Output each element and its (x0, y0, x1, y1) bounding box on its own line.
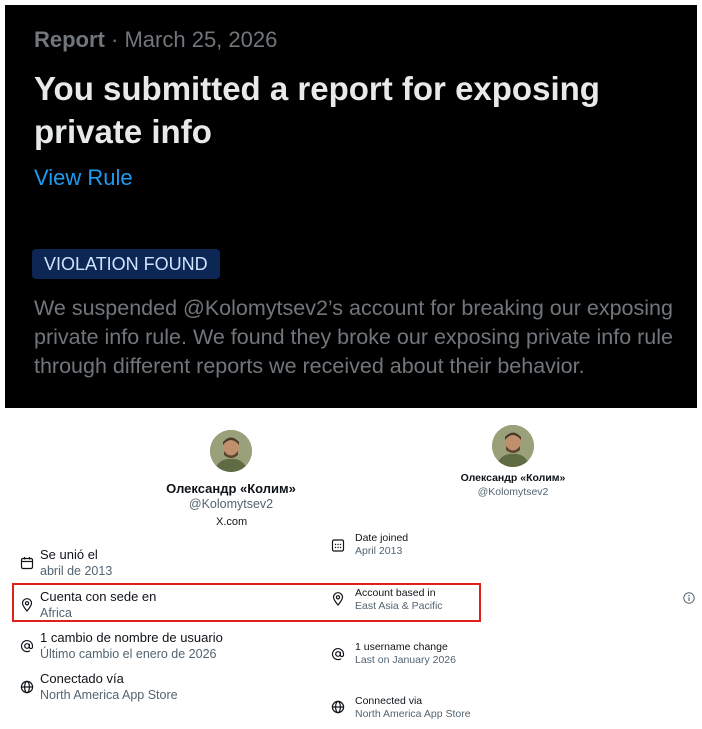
report-description: We suspended @Kolomytsev2’s account for … (34, 296, 673, 378)
at-sign-icon (20, 640, 34, 653)
view-rule-link[interactable]: View Rule (34, 165, 133, 191)
about-label: Date joined (355, 532, 409, 544)
calendar-icon (20, 557, 34, 570)
violation-badge: VIOLATION FOUND (32, 249, 220, 279)
report-kind: Report (34, 27, 105, 52)
report-meta: Report · March 25, 2026 (34, 27, 277, 53)
profile-site: X.com (216, 516, 248, 528)
about-value: April 2013 (355, 545, 403, 557)
about-label: Se unió el (40, 547, 98, 562)
profile-name: Олександр «Колим» (460, 472, 566, 484)
about-value: North America App Store (355, 708, 471, 720)
profile-avatar[interactable] (210, 430, 252, 472)
about-value: North America App Store (40, 688, 178, 702)
avatar-photo (210, 430, 252, 472)
report-panel: Report · March 25, 2026 You submitted a … (5, 5, 697, 408)
meta-separator: · (111, 27, 119, 52)
about-label: 1 username change (355, 641, 448, 653)
profile-handle[interactable]: @Kolomytsev2 (160, 497, 302, 511)
avatar-photo (492, 425, 534, 467)
about-value: Last on January 2026 (355, 654, 456, 666)
profile-name: Олександр «Колим» (166, 481, 296, 496)
report-date: March 25, 2026 (124, 27, 278, 52)
info-circle-icon[interactable] (683, 592, 695, 604)
at-sign-icon (331, 648, 345, 661)
globe-icon (331, 700, 345, 714)
about-label: Connected via (355, 695, 423, 707)
calendar-icon (331, 539, 345, 552)
about-value: abril de 2013 (40, 564, 113, 578)
based-in-highlight (12, 583, 481, 622)
about-value: Último cambio el enero de 2026 (40, 647, 217, 661)
report-title: You submitted a report for exposing priv… (34, 70, 600, 150)
about-label: 1 cambio de nombre de usuario (40, 630, 223, 645)
about-label: Conectado vía (40, 671, 124, 686)
profile-handle[interactable]: @Kolomytsev2 (453, 486, 573, 498)
profile-avatar[interactable] (492, 425, 534, 467)
globe-icon (20, 680, 34, 694)
